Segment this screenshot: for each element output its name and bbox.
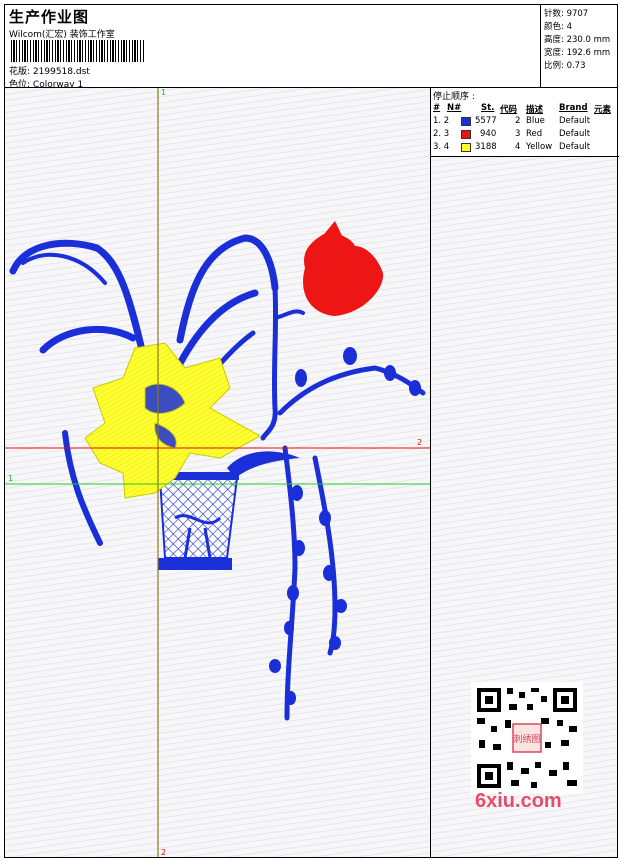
design-canvas[interactable]: 1 2 2 1: [4, 87, 431, 858]
stitch-count: 针数: 9707: [544, 9, 589, 19]
hanging-stem-2: [312, 455, 338, 656]
axis-label-green-left: 1: [8, 474, 14, 483]
design-value: 2199518.dst: [32, 67, 90, 77]
axis-label-v-top: 1: [161, 88, 167, 97]
stem-to-tulip: [273, 309, 305, 320]
col-header-stitches: St.: [481, 103, 495, 113]
axis-label-red-right: 2: [417, 438, 423, 447]
col-header-index: #: [433, 103, 441, 113]
design-label: 花版:: [9, 67, 31, 77]
col-header-element: 元素: [594, 105, 612, 115]
stats-panel: 针数: 9707 颜色: 4 高度: 230.0 mm 宽度: 192.6 mm…: [540, 4, 618, 88]
row-code: 3: [515, 129, 521, 139]
table-row[interactable]: 1. 2 5577 2 Blue Default: [431, 116, 619, 129]
stop-sequence-title: 停止顺序 :: [433, 92, 475, 102]
table-row[interactable]: 2. 3 940 3 Red Default: [431, 129, 619, 142]
row-stitches: 5577: [475, 116, 497, 126]
page-title: 生产作业图: [9, 8, 90, 26]
color-count: 颜色: 4: [544, 22, 572, 32]
table-divider: [431, 156, 619, 157]
embroidery-design: [5, 88, 430, 857]
col-header-code: 代码: [500, 105, 518, 115]
row-index: 1. 2: [433, 116, 450, 126]
row-brand: Default: [559, 129, 591, 139]
row-code: 4: [515, 142, 521, 152]
qr-code[interactable]: 刺绣图: [471, 682, 583, 794]
col-header-needle: N#: [447, 103, 462, 113]
leaf-center-arc: [176, 234, 279, 344]
leaf-left-short: [39, 325, 137, 354]
col-header-brand: Brand: [559, 103, 588, 113]
watermark-brand: 6xiu.com: [475, 790, 562, 812]
row-index: 2. 3: [433, 129, 450, 139]
row-desc: Blue: [526, 116, 545, 126]
design-height: 高度: 230.0 mm: [544, 35, 611, 45]
header-panel: 生产作业图 Wilcom(汇宏) 装饰工作室 花版: 2199518.dst 色…: [4, 4, 541, 90]
color-swatch-blue: [461, 117, 471, 126]
seal-text: 刺绣图: [513, 733, 540, 745]
design-width: 宽度: 192.6 mm: [544, 48, 611, 58]
row-index: 3. 4: [433, 142, 450, 152]
stop-sequence-panel: 停止顺序 : # N# St. 代码 描述 Brand 元素 1. 2 5577…: [430, 87, 619, 858]
leaf-left-inner: [21, 252, 107, 285]
studio-name: Wilcom(汇宏) 装饰工作室: [9, 30, 115, 40]
table-row[interactable]: 3. 4 3188 4 Yellow Default: [431, 142, 619, 155]
color-swatch-yellow: [461, 143, 471, 152]
barcode: [11, 40, 145, 62]
row-desc: Red: [526, 129, 543, 139]
row-brand: Default: [559, 116, 591, 126]
row-stitches: 3188: [475, 142, 497, 152]
stem-right: [260, 285, 279, 441]
design-scale: 比例: 0.73: [544, 61, 586, 71]
red-tulip: [303, 221, 384, 316]
row-stitches: 940: [480, 129, 497, 139]
color-swatch-red: [461, 130, 471, 139]
row-brand: Default: [559, 142, 591, 152]
col-header-desc: 描述: [526, 105, 544, 115]
row-code: 2: [515, 116, 521, 126]
design-row: 花版: 2199518.dst: [9, 64, 90, 77]
axis-label-v-bottom: 2: [161, 848, 167, 857]
row-desc: Yellow: [526, 142, 553, 152]
